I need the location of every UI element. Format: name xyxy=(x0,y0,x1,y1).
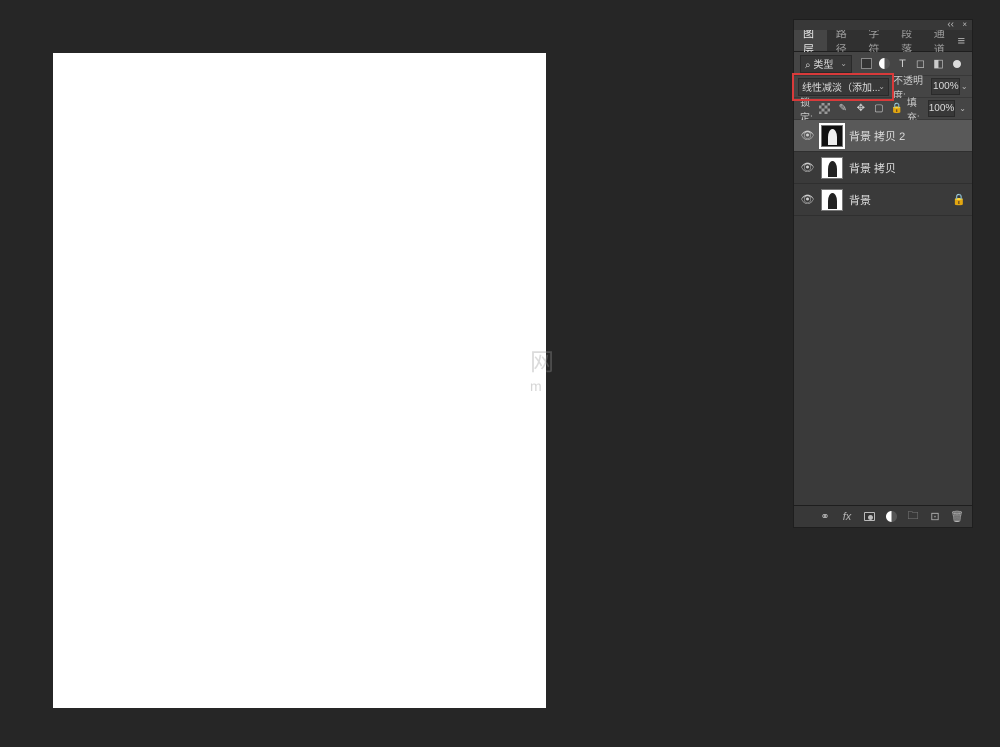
visibility-eye-icon[interactable]: 👁 xyxy=(800,160,815,175)
chevron-down-icon: ⌄ xyxy=(840,59,847,68)
blend-mode-select[interactable]: 线性减淡（添加... ⌄ xyxy=(798,78,889,96)
lock-all-icon[interactable]: 🔒 xyxy=(891,103,903,115)
layers-list: 👁 背景 拷贝 2 👁 背景 拷贝 👁 背景 🔒 xyxy=(794,120,972,505)
filter-kind-select[interactable]: ⌕ 类型 ⌄ xyxy=(800,55,852,73)
filter-type-icon[interactable]: T xyxy=(896,57,909,70)
panel-chevron-icon[interactable]: ‹‹ xyxy=(947,19,954,30)
lock-icon: 🔒 xyxy=(952,193,966,206)
link-layers-icon[interactable]: ⚭ xyxy=(818,510,832,523)
filter-pixel-icon[interactable] xyxy=(860,57,873,70)
filter-adjust-icon[interactable] xyxy=(878,57,891,70)
layer-item[interactable]: 👁 背景 🔒 xyxy=(794,184,972,216)
layer-item[interactable]: 👁 背景 拷贝 2 xyxy=(794,120,972,152)
lock-label: 锁定: xyxy=(800,94,815,124)
filter-kind-label: ⌕ 类型 xyxy=(805,56,833,71)
filter-shape-icon[interactable]: ◻ xyxy=(914,57,927,70)
trash-icon[interactable]: 🗑 xyxy=(950,510,964,523)
tab-paths[interactable]: 路径 xyxy=(827,30,860,51)
group-icon[interactable]: 🗀 xyxy=(906,507,920,526)
visibility-eye-icon[interactable]: 👁 xyxy=(800,128,815,143)
new-layer-icon[interactable]: ⊡ xyxy=(928,510,942,523)
fill-input[interactable]: 100% xyxy=(928,100,956,117)
blend-opacity-row: 线性减淡（添加... ⌄ 不透明度: 100% ⌄ xyxy=(794,76,972,98)
panel-close-icon[interactable]: × xyxy=(962,20,968,29)
filter-dot-icon[interactable] xyxy=(950,57,963,70)
layer-thumbnail[interactable] xyxy=(821,189,843,211)
blend-mode-label: 线性减淡（添加... xyxy=(802,79,880,94)
chevron-down-icon: ⌄ xyxy=(878,82,885,91)
tab-channels[interactable]: 通道 xyxy=(925,30,958,51)
lock-paint-icon[interactable]: ✎ xyxy=(837,103,849,115)
layer-name: 背景 拷贝 2 xyxy=(849,128,905,144)
panel-tabs: 图层 路径 字符 段落 通道 ≡ xyxy=(794,30,972,52)
panel-menu-icon[interactable]: ≡ xyxy=(957,33,972,48)
panel-title-bar[interactable]: ‹‹ × xyxy=(794,20,972,30)
lock-position-icon[interactable]: ✥ xyxy=(855,103,867,115)
layer-item[interactable]: 👁 背景 拷贝 xyxy=(794,152,972,184)
layer-thumbnail[interactable] xyxy=(821,157,843,179)
opacity-input[interactable]: 100% xyxy=(931,78,960,95)
chevron-down-icon[interactable]: ⌄ xyxy=(959,104,966,113)
filter-icons: T ◻ ◧ xyxy=(860,57,963,70)
visibility-eye-icon[interactable]: 👁 xyxy=(800,192,815,207)
layers-panel: ‹‹ × 图层 路径 字符 段落 通道 ≡ ⌕ 类型 ⌄ T ◻ ◧ 线性减淡（… xyxy=(793,19,973,528)
layer-thumbnail[interactable] xyxy=(821,125,843,147)
lock-transparent-icon[interactable] xyxy=(819,103,831,115)
adjustment-layer-icon[interactable] xyxy=(884,511,898,522)
chevron-down-icon[interactable]: ⌄ xyxy=(960,82,968,91)
layer-name: 背景 xyxy=(849,192,871,208)
filter-smart-icon[interactable]: ◧ xyxy=(932,57,945,70)
lock-artboard-icon[interactable]: ▢ xyxy=(873,103,885,115)
tab-layers[interactable]: 图层 xyxy=(794,30,827,51)
fill-label: 填充: xyxy=(907,94,922,124)
fx-icon[interactable]: fx xyxy=(840,511,854,523)
layer-filter-row: ⌕ 类型 ⌄ T ◻ ◧ xyxy=(794,52,972,76)
layer-name: 背景 拷贝 xyxy=(849,160,896,176)
tab-characters[interactable]: 字符 xyxy=(859,30,892,51)
lock-fill-row: 锁定: ✎ ✥ ▢ 🔒 填充: 100% ⌄ xyxy=(794,98,972,120)
canvas-white-document[interactable] xyxy=(53,53,546,708)
layers-panel-footer: ⚭ fx 🗀 ⊡ 🗑 xyxy=(794,505,972,527)
add-mask-icon[interactable] xyxy=(862,512,876,521)
tab-paragraph[interactable]: 段落 xyxy=(892,30,925,51)
lock-icons-group: ✎ ✥ ▢ 🔒 xyxy=(819,103,903,115)
